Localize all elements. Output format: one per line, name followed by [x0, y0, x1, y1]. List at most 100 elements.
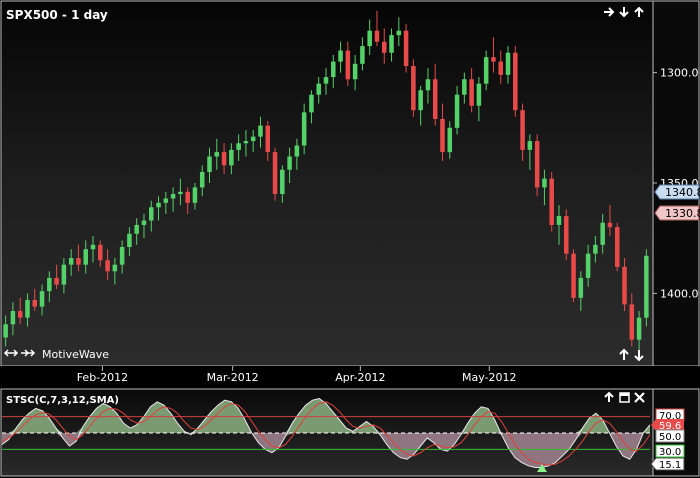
candle-body	[534, 141, 540, 188]
candle-body	[309, 94, 314, 113]
time-tick-label: Feb-2012	[77, 371, 128, 384]
candle-body	[432, 79, 438, 119]
time-tick-label: May-2012	[462, 371, 517, 384]
candle-body	[331, 61, 336, 78]
arrow-right-icon[interactable]	[603, 6, 615, 18]
candle-body	[367, 30, 372, 47]
candle-body	[542, 178, 547, 188]
candle-body	[185, 191, 190, 203]
candle-body	[119, 247, 125, 265]
candle-body	[491, 57, 496, 62]
candle-body	[178, 191, 183, 195]
candle-body	[199, 171, 205, 188]
candle	[549, 171, 554, 232]
candle-body	[61, 264, 67, 285]
candle-body	[229, 149, 234, 166]
candle-body	[272, 152, 278, 195]
candle-body	[418, 90, 423, 111]
candle-body	[156, 202, 161, 208]
candle-body	[68, 258, 74, 265]
candle-body	[338, 50, 343, 62]
candle	[272, 147, 278, 201]
candle-body	[462, 79, 467, 95]
chart-nav-controls	[603, 6, 645, 18]
candle-body	[593, 244, 598, 254]
chart-window: 1400.0 1350.0 1300.0 Feb-2012 Mar-2012 Apr-2…	[0, 0, 700, 478]
candle-body	[3, 324, 8, 338]
indicator-axis-labels: 70.0 59.6 50.0 30.0 15.1	[650, 408, 685, 471]
prev-price-value: 1330.8	[665, 207, 700, 220]
candle-body	[352, 63, 358, 80]
indicator-signal-value: 15.1	[659, 460, 681, 471]
candle-body	[170, 194, 176, 199]
candle-body	[265, 125, 271, 153]
candle-body	[294, 145, 300, 157]
candle-body	[425, 79, 431, 91]
candle-body	[250, 136, 256, 142]
candle-body	[381, 41, 387, 53]
candle	[644, 249, 649, 327]
candle-body	[47, 277, 52, 292]
candle-body	[389, 35, 394, 53]
last-price-value: 1340.8	[665, 186, 700, 199]
candle-body	[614, 227, 620, 267]
price-tick-label: 1400.0	[660, 287, 699, 300]
candle-body	[112, 264, 118, 272]
candle-body	[411, 66, 416, 111]
indicator-title: STSC(C,7,3,12,SMA)	[6, 395, 119, 406]
chart-title: SPX500 - 1 day	[6, 8, 108, 22]
candle-body	[585, 253, 591, 278]
candle-body	[644, 255, 649, 318]
candle-body	[25, 299, 30, 318]
candle-body	[556, 216, 562, 225]
level-mid-label: 50.0	[659, 432, 681, 443]
arrow-up-icon[interactable]	[633, 6, 645, 18]
candle-body	[258, 125, 263, 137]
candle-body	[83, 249, 88, 265]
price-pane[interactable]	[0, 0, 654, 367]
candle-body	[32, 299, 38, 307]
candle	[513, 46, 518, 117]
candle-body	[622, 266, 627, 305]
candle-body	[549, 178, 554, 225]
candle-body	[134, 224, 139, 234]
candle-body	[571, 253, 576, 298]
candle-body	[54, 277, 59, 285]
level-lower-label: 30.0	[659, 447, 681, 458]
candle-body	[316, 83, 321, 95]
candle	[571, 249, 576, 303]
candle-body	[440, 118, 445, 153]
candle-body	[192, 187, 198, 203]
candle	[411, 59, 416, 117]
candle-body	[403, 30, 409, 67]
candle-body	[600, 222, 605, 245]
candle-body	[513, 52, 518, 111]
candle-body	[98, 244, 103, 261]
candle-body	[447, 127, 453, 153]
candle-body	[287, 156, 292, 170]
candle-body	[243, 141, 249, 144]
candle-body	[374, 30, 380, 42]
candle-body	[498, 61, 503, 75]
candle-body	[127, 233, 132, 248]
candle-body	[527, 141, 533, 150]
candle-body	[607, 222, 613, 228]
last-price-badge: 1340.8	[654, 184, 700, 200]
time-tick-label: Mar-2012	[207, 371, 259, 384]
candle-body	[301, 112, 307, 146]
candle-body	[476, 83, 482, 106]
candle-body	[578, 277, 584, 298]
candle-body	[105, 260, 110, 272]
candle-body	[564, 216, 569, 254]
candle	[403, 24, 409, 73]
arrow-down-icon[interactable]	[618, 6, 630, 18]
time-tick-label: Apr-2012	[335, 371, 385, 384]
candle-body	[345, 50, 351, 80]
prev-price-badge: 1330.8	[654, 205, 700, 221]
candle-body	[17, 311, 23, 318]
candle	[614, 222, 620, 272]
candle-body	[39, 291, 45, 307]
candle-body	[90, 244, 96, 250]
candle-body	[396, 30, 402, 36]
candle-body	[520, 110, 525, 150]
